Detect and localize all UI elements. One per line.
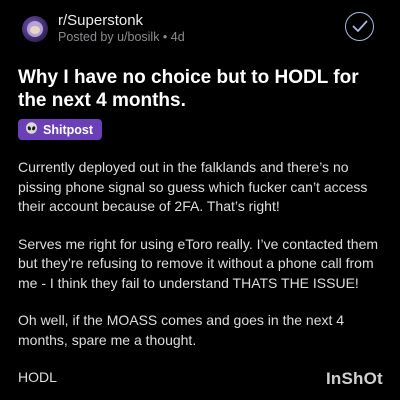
post-header: r/Superstonk Posted by u/bosilk • 4d [22,12,185,45]
alien-icon [25,121,38,138]
checkmark-circle-icon[interactable] [345,12,374,41]
body-paragraph: Currently deployed out in the falklands … [18,159,368,214]
body-paragraph: Oh well, if the MOASS comes and goes in … [18,312,345,348]
inshot-watermark: InShOt [326,369,383,388]
avatar-ape-face [30,25,40,34]
subreddit-avatar[interactable] [22,15,48,42]
post-flair[interactable]: Shitpost [18,119,102,140]
flair-label: Shitpost [43,122,93,137]
post-screen: r/Superstonk Posted by u/bosilk • 4d Why… [0,0,400,400]
post-title: Why I have no choice but to HODL for the… [18,67,359,111]
post-body: Currently deployed out in the falklands … [18,158,388,400]
posted-by: Posted by u/bosilk • 4d [58,30,185,44]
body-paragraph: Serves me right for using eToro really. … [18,235,379,291]
checkmark-icon [352,20,367,32]
subreddit-name[interactable]: r/Superstonk [58,12,185,30]
post-meta: r/Superstonk Posted by u/bosilk • 4d [58,12,185,45]
